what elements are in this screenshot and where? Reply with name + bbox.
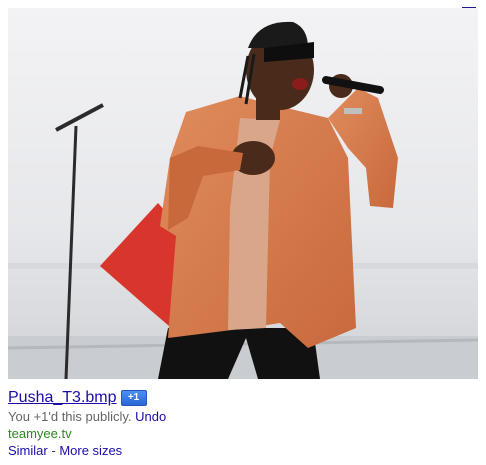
plus-status-line: You +1'd this publicly. Undo — [8, 408, 478, 425]
similar-link[interactable]: Similar — [8, 443, 48, 458]
title-row: Pusha_T3.bmp +1 — [8, 387, 478, 408]
image-title-link[interactable]: Pusha_T3.bmp — [8, 387, 117, 408]
separator: - — [51, 443, 56, 458]
result-info: Pusha_T3.bmp +1 You +1'd this publicly. … — [8, 387, 478, 459]
site-domain: teamyee.tv — [8, 426, 72, 441]
performer-photo — [8, 8, 478, 379]
actions-line: Similar - More sizes — [8, 442, 478, 459]
plus-status-text: You +1'd this publicly. — [8, 409, 132, 424]
more-sizes-link[interactable]: More sizes — [59, 443, 122, 458]
preview-image[interactable] — [8, 8, 478, 379]
undo-link[interactable]: Undo — [135, 409, 166, 424]
site-line: teamyee.tv — [8, 425, 478, 442]
plus-one-button[interactable]: +1 — [120, 389, 147, 406]
